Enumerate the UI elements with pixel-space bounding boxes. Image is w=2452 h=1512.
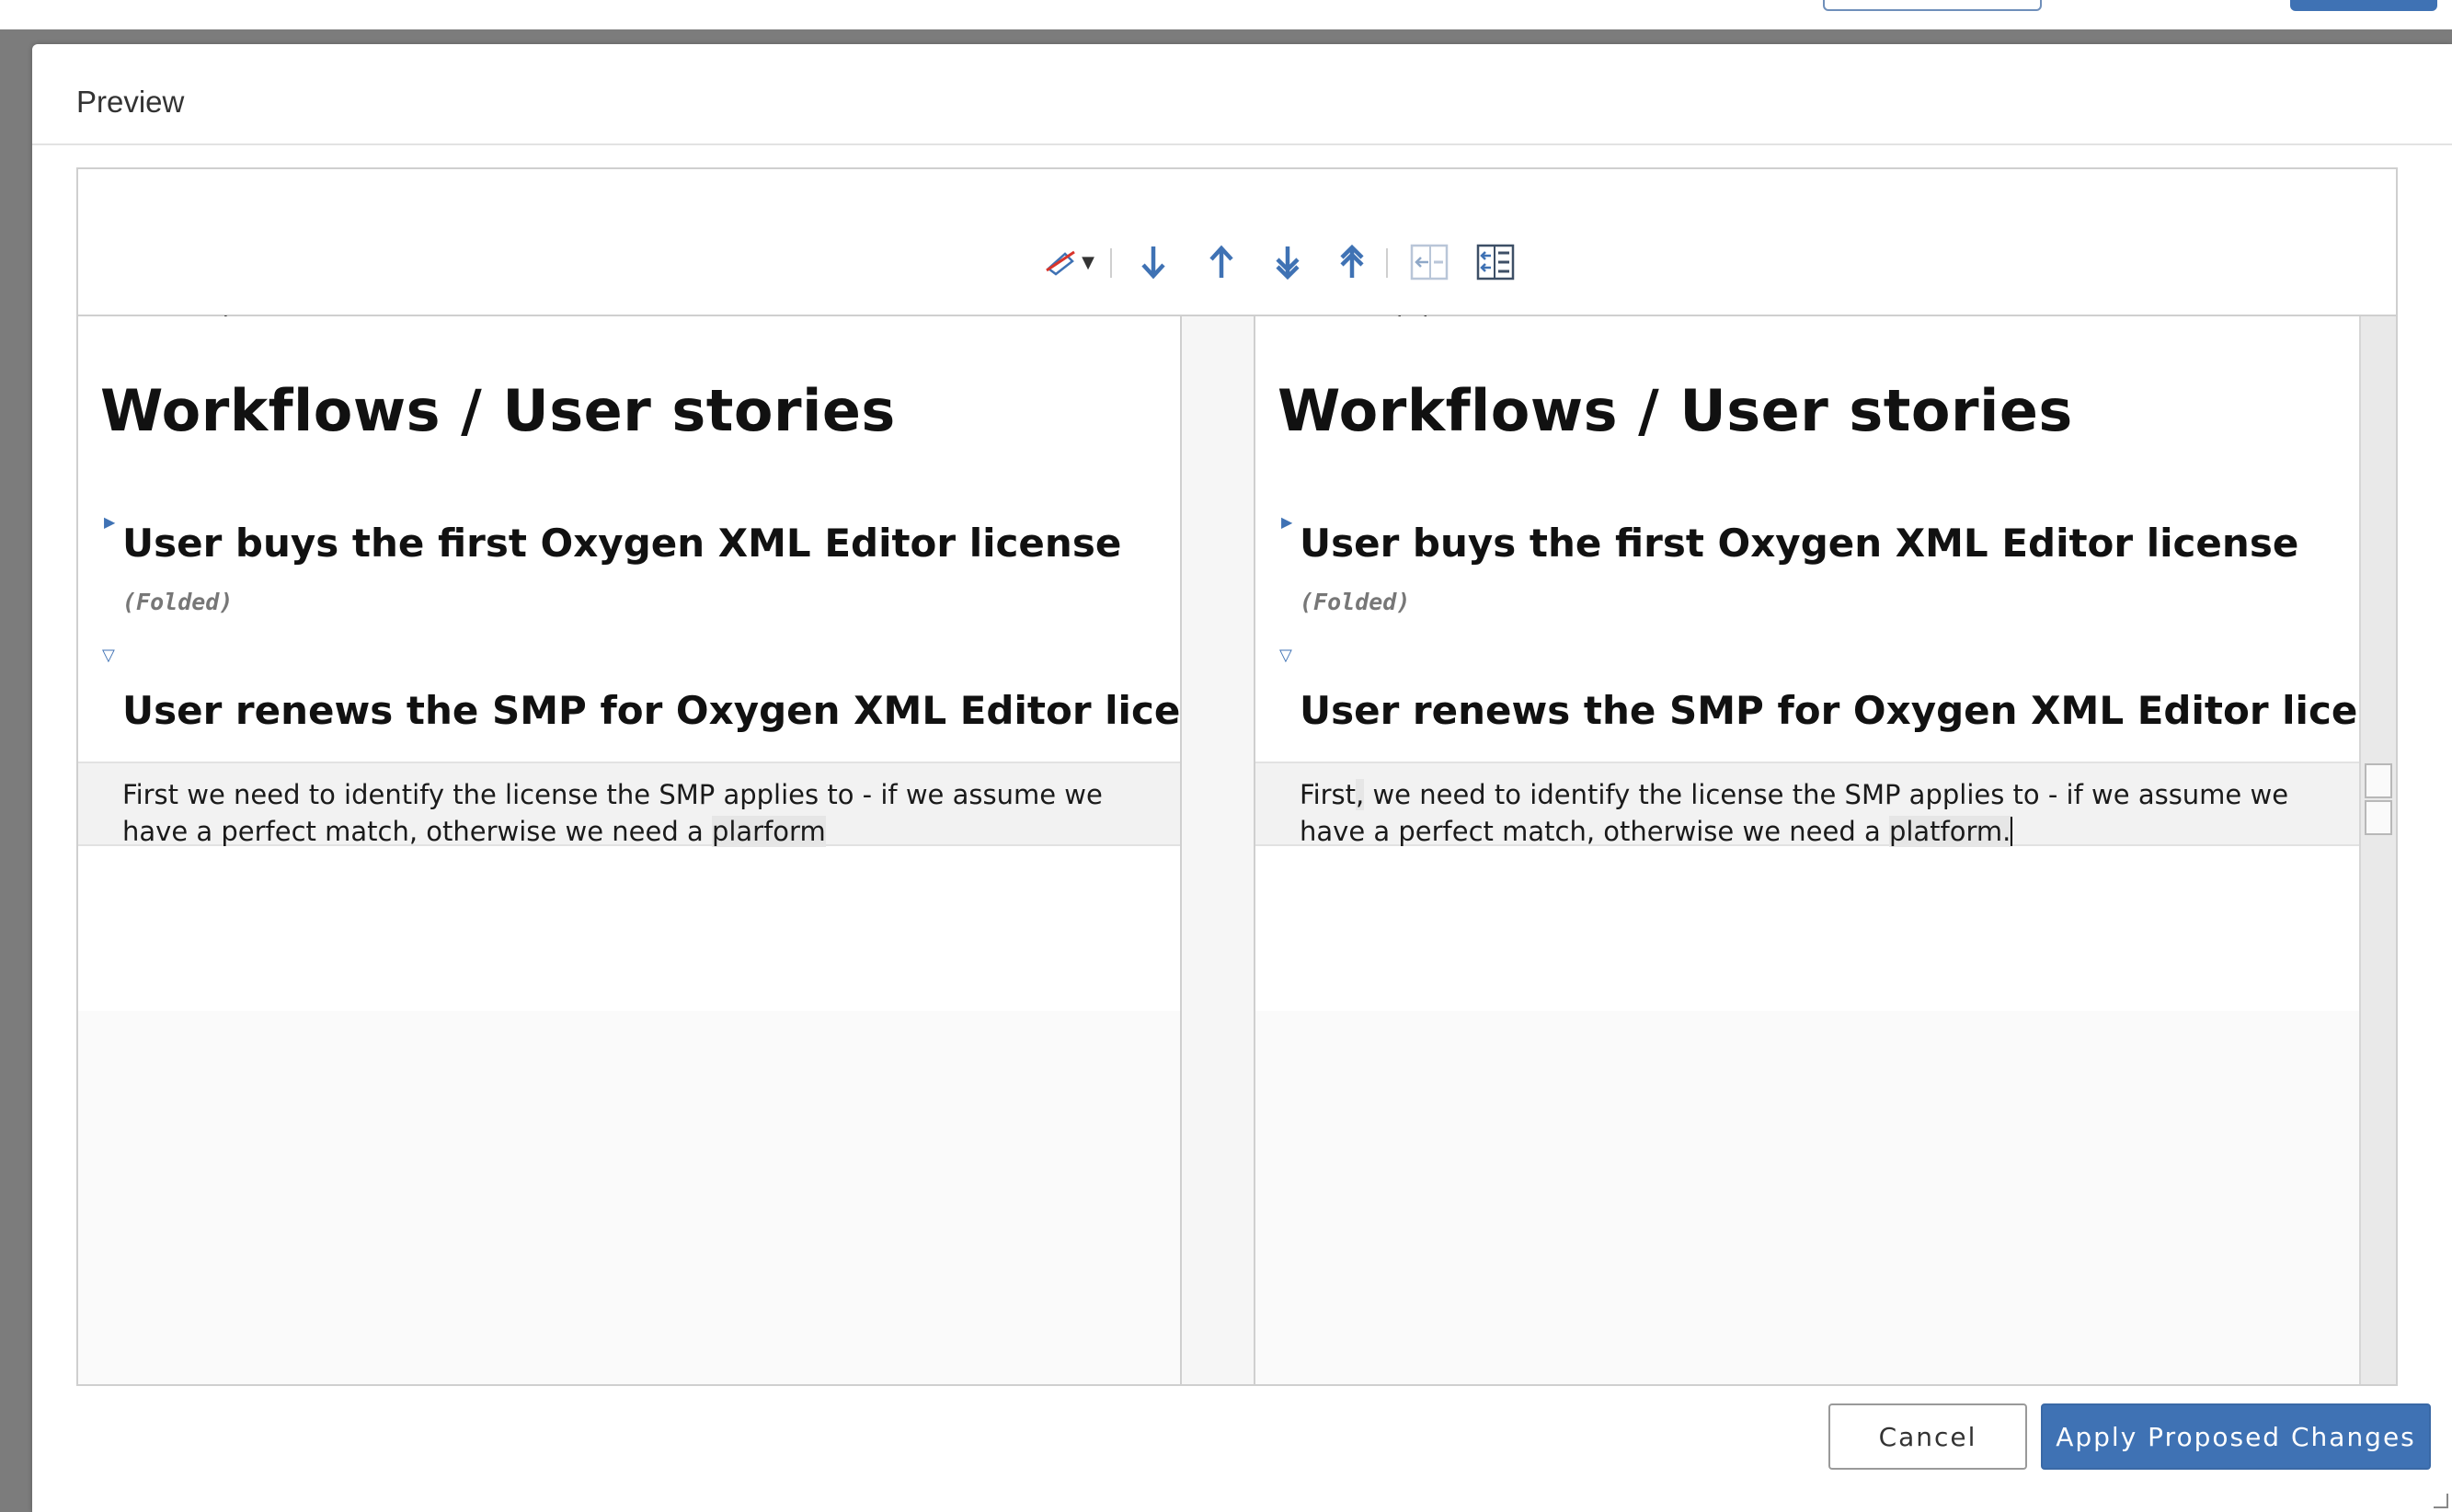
- apply-proposed-changes-button[interactable]: Apply Proposed Changes: [2041, 1403, 2431, 1470]
- copy-change-left-button[interactable]: [1408, 241, 1450, 283]
- first-change-button[interactable]: [1331, 241, 1373, 283]
- background-button: [1823, 0, 2042, 11]
- changed-text: platform.: [1888, 816, 2011, 847]
- paragraph-text: First: [122, 779, 179, 810]
- last-change-button[interactable]: [1266, 241, 1309, 283]
- overview-scrollbar[interactable]: [2359, 316, 2396, 1384]
- fold-open-icon[interactable]: ▽: [1279, 646, 1292, 665]
- title-divider: [32, 143, 2452, 145]
- folded-indicator: (Folded): [122, 589, 234, 615]
- copy-all-changes-left-button[interactable]: [1474, 241, 1517, 283]
- background-toolbar: [0, 0, 2452, 29]
- first-change-icon: [1338, 244, 1366, 281]
- proposed-changes-pane[interactable]: Workflows / User stories ▶ User buys the…: [1255, 316, 2359, 1384]
- cancel-button[interactable]: Cancel: [1828, 1403, 2027, 1470]
- preview-dialog: Preview ▼ Workflows / User stories ▶ Use…: [32, 44, 2452, 1512]
- section-heading: User buys the first Oxygen XML Editor li…: [1300, 521, 2299, 566]
- last-change-icon: [1274, 244, 1301, 281]
- next-change-icon: [1140, 244, 1167, 281]
- document-heading: Workflows / User stories: [1278, 377, 2073, 444]
- previous-change-icon: [1208, 244, 1235, 281]
- copy-change-left-icon: [1410, 244, 1449, 281]
- compare-view: ▼ Workflows / User stories ▶ User buys t…: [76, 167, 2398, 1386]
- toolbar-separator: [1110, 248, 1112, 278]
- diff-gutter: [1180, 316, 1255, 1384]
- document-heading: Workflows / User stories: [100, 377, 896, 444]
- background-primary-button: [2290, 0, 2437, 11]
- text-cursor: [2011, 817, 2013, 846]
- changed-text: plarform: [711, 816, 826, 847]
- fold-open-icon[interactable]: ▽: [102, 646, 115, 665]
- copy-all-changes-left-icon: [1476, 244, 1515, 281]
- change-overview-marker[interactable]: [2365, 800, 2392, 835]
- fold-closed-icon[interactable]: ▶: [1281, 513, 1292, 531]
- paragraph[interactable]: First, we need to identify the license t…: [1300, 776, 2330, 850]
- compare-toolbar: ▼: [78, 169, 2396, 339]
- changed-text: ,: [1356, 779, 1365, 810]
- highlight-off-icon: [1045, 248, 1078, 276]
- section-heading: User renews the SMP for Oxygen XML Edito…: [1300, 688, 2359, 733]
- your-version-pane[interactable]: Workflows / User stories ▶ User buys the…: [78, 316, 1180, 1384]
- paragraph-text: we need to identify the license the SMP …: [1300, 779, 2289, 847]
- dialog-title: Preview: [76, 85, 185, 119]
- paragraph-text: we need to identify the license the SMP …: [122, 779, 1103, 847]
- next-change-button[interactable]: [1132, 241, 1174, 283]
- paragraph-text: First: [1300, 779, 1357, 810]
- previous-change-button[interactable]: [1200, 241, 1243, 283]
- paragraph: First​ we need to identify the license t…: [122, 776, 1152, 850]
- folded-indicator: (Folded): [1300, 589, 1411, 615]
- section-heading: User buys the first Oxygen XML Editor li…: [122, 521, 1122, 566]
- change-overview-marker[interactable]: [2365, 763, 2392, 798]
- section-heading: User renews the SMP for Oxygen XML Edito…: [122, 688, 1180, 733]
- resize-grip[interactable]: [2434, 1494, 2448, 1508]
- fold-closed-icon[interactable]: ▶: [104, 513, 115, 531]
- toolbar-separator: [1386, 248, 1388, 278]
- highlight-dropdown-button[interactable]: ▼: [1077, 241, 1099, 283]
- dropdown-arrow-icon: ▼: [1082, 252, 1094, 272]
